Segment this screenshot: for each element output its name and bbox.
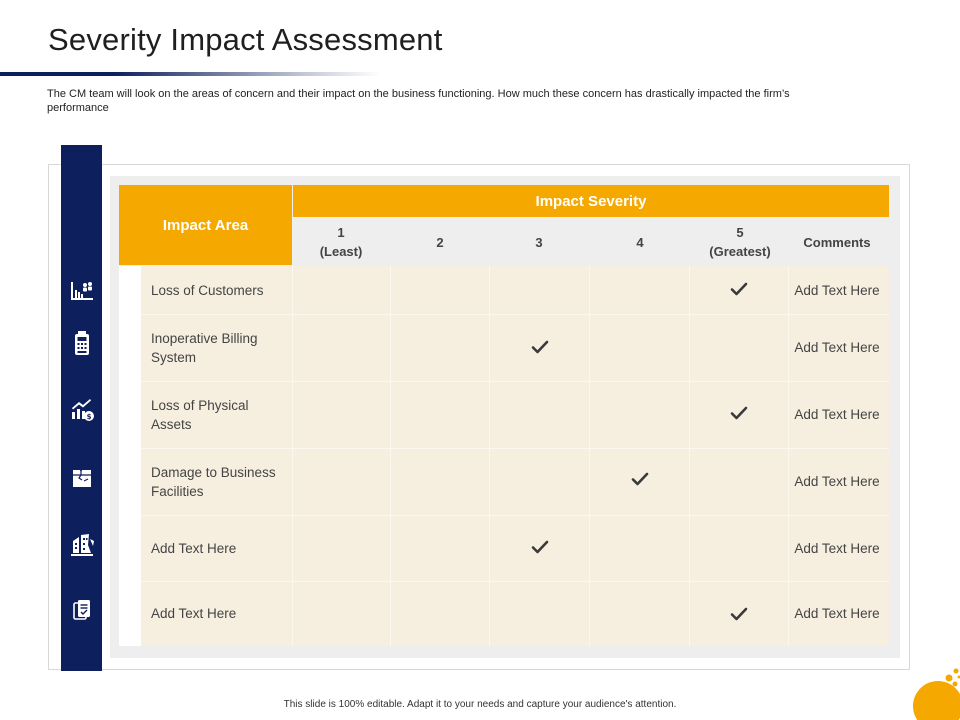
page-description: The CM team will look on the areas of co… — [47, 88, 790, 114]
check-icon — [730, 282, 748, 296]
column-divider — [292, 266, 293, 646]
broken-building-icon — [61, 526, 102, 562]
impact-area-label: Damage to Business Facilities — [151, 464, 276, 499]
impact-area-label: Loss of Customers — [151, 282, 264, 298]
comment-text: Add Text Here — [794, 407, 880, 422]
check-icon — [531, 540, 549, 554]
impact-area-label: Add Text Here — [151, 540, 237, 556]
comment-text: Add Text Here — [794, 282, 880, 298]
title-underline — [0, 72, 380, 76]
icon-sidebar: $ — [61, 145, 102, 671]
comment-text: Add Text Here — [794, 606, 880, 621]
billing-machine-icon — [61, 325, 102, 361]
column-header-5: 5 (Greatest) — [709, 225, 771, 259]
column-divider — [589, 266, 590, 646]
footer-note: This slide is 100% editable. Adapt it to… — [283, 699, 677, 710]
column-header-2: 2 — [436, 234, 444, 250]
assets-growth-chart-icon: $ — [61, 392, 102, 428]
svg-text:$: $ — [86, 413, 91, 421]
comment-text: Add Text Here — [794, 540, 880, 556]
check-icon — [631, 472, 649, 486]
page-title: Severity Impact Assessment — [48, 22, 443, 57]
column-divider — [689, 266, 690, 646]
impact-severity-header: Impact Severity — [293, 185, 889, 217]
column-header-3: 3 — [535, 234, 543, 250]
check-icon — [730, 607, 748, 621]
impact-area-label: Add Text Here — [151, 606, 237, 621]
impact-area-label: Loss of Physical Assets — [151, 397, 249, 432]
customers-chart-icon — [61, 273, 102, 309]
column-divider — [390, 266, 391, 646]
column-header-1: 1 (Least) — [319, 225, 363, 259]
decorative-orange-circles — [913, 668, 960, 720]
row-marker-column — [119, 266, 141, 646]
comment-text: Add Text Here — [794, 340, 880, 355]
column-header-comments: Comments — [803, 234, 871, 250]
column-divider — [489, 266, 490, 646]
column-header-4: 4 — [636, 234, 644, 250]
comment-text: Add Text Here — [794, 474, 880, 489]
documents-check-icon — [61, 593, 102, 629]
check-icon — [730, 406, 748, 420]
damaged-box-icon — [61, 459, 102, 495]
check-icon — [531, 340, 549, 354]
impact-area-header: Impact Area — [119, 185, 292, 265]
impact-area-label: Inoperative Billing System — [151, 330, 258, 365]
